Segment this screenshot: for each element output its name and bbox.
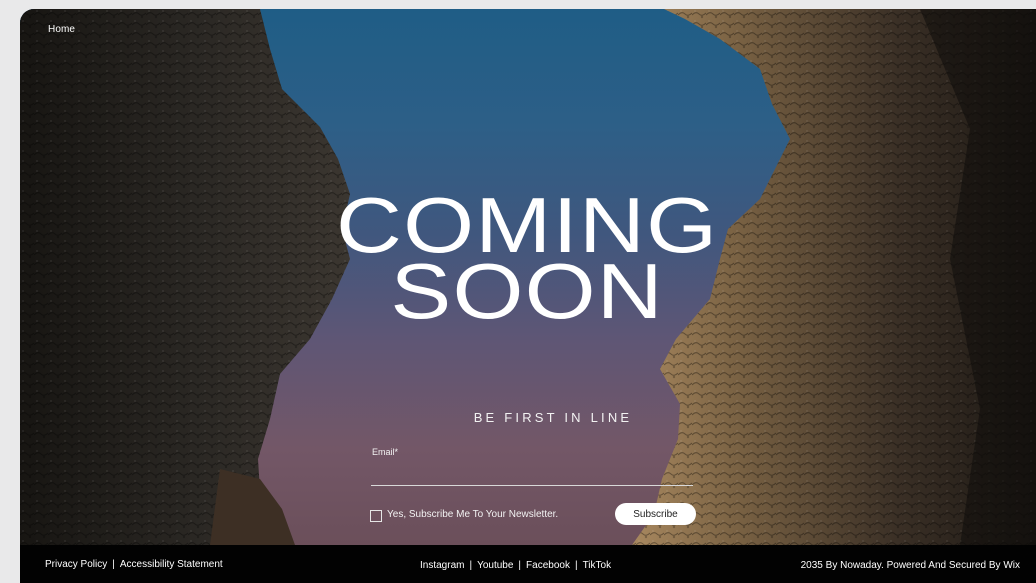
footer-copyright: 2035 By Nowaday. Powered And Secured By …	[800, 560, 1020, 571]
facebook-link[interactable]: Facebook	[526, 560, 570, 571]
newsletter-label: Yes, Subscribe Me To Your Newsletter.	[387, 509, 559, 520]
youtube-link[interactable]: Youtube	[477, 560, 513, 571]
footer-separator: |	[518, 560, 522, 571]
nav-home-link[interactable]: Home	[48, 24, 75, 35]
instagram-link[interactable]: Instagram	[420, 560, 464, 571]
newsletter-checkbox[interactable]	[370, 510, 382, 522]
subscribe-button[interactable]: Subscribe	[615, 503, 696, 525]
email-input[interactable]	[371, 461, 693, 486]
headline-line-2: SOON	[390, 247, 664, 335]
footer-separator: |	[469, 560, 473, 571]
footer-social-links: Instagram | Youtube | Facebook | TikTok	[420, 560, 611, 571]
footer-left-links: Privacy Policy | Accessibility Statement	[45, 559, 223, 570]
page-frame: Home COMING SOON BE FIRST IN LINE Email*…	[20, 9, 1036, 583]
footer-separator: |	[574, 560, 578, 571]
email-label: Email*	[372, 447, 399, 457]
hero-section: Home COMING SOON BE FIRST IN LINE Email*…	[20, 9, 1036, 545]
tiktok-link[interactable]: TikTok	[583, 560, 612, 571]
privacy-policy-link[interactable]: Privacy Policy	[45, 559, 107, 570]
footer: Privacy Policy | Accessibility Statement I…	[20, 545, 1036, 583]
accessibility-statement-link[interactable]: Accessibility Statement	[120, 559, 223, 570]
tagline: BE FIRST IN LINE	[473, 410, 633, 425]
footer-separator: |	[112, 559, 115, 570]
